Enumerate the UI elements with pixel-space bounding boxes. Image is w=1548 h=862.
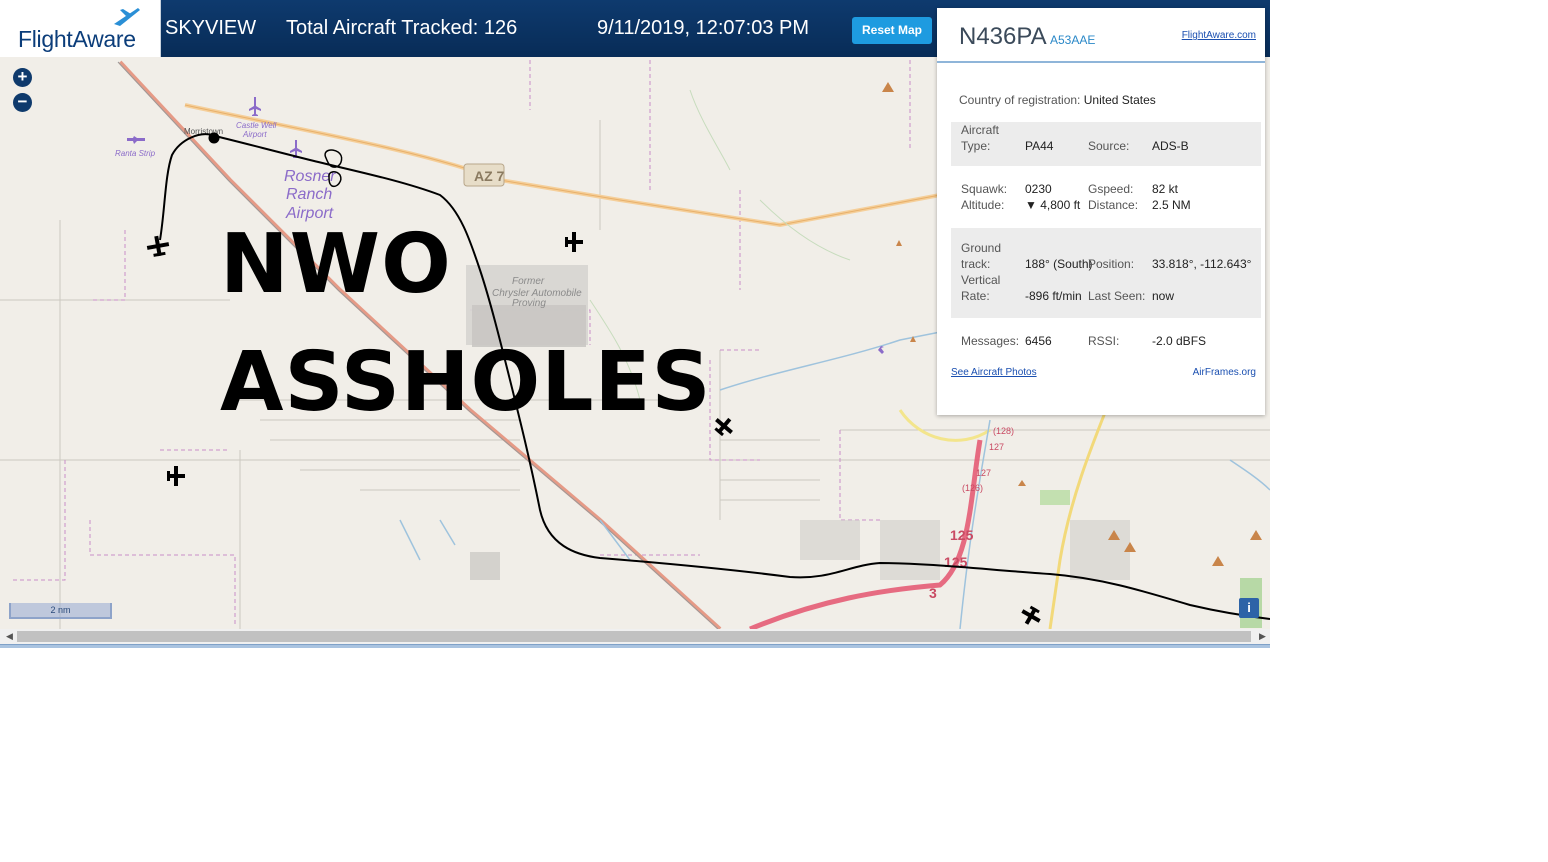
messages-block: Messages: 6456 RSSI: -2.0 dBFS [951,332,1261,352]
skyview-app: FlightAware SKYVIEW Total Aircraft Track… [0,0,1548,862]
ground-track-value: 188° (South) [1025,257,1093,271]
route-125-label: 125 [950,527,974,543]
aircraft-marker-2[interactable] [565,232,583,252]
country-value: United States [1083,93,1156,107]
logo-text: FlightAware [18,26,136,52]
panel-header-divider [937,61,1265,63]
gspeed-label: Gspeed: [1088,182,1134,196]
former-label: Former [512,276,545,287]
country-of-registration: Country of registration: United States [959,93,1156,107]
route-127-label: 127 [976,468,991,478]
map-info-button[interactable]: i [1239,598,1259,618]
app-name: SKYVIEW [165,17,257,39]
castle-well-airport-label: Airport [242,130,267,139]
scrollbar-thumb[interactable] [17,631,1251,642]
position-label: Position: [1088,257,1135,271]
route-126-label: (126) [962,483,983,493]
flightaware-logo[interactable]: FlightAware [0,0,161,57]
squawk-block: Squawk: 0230 Gspeed: 82 kt Altitude: ▼ 4… [951,180,1261,216]
source-label: Source: [1088,139,1130,153]
ranta-strip-label: Ranta Strip [115,149,156,158]
aircraft-marker-5[interactable] [1018,603,1044,629]
zoom-in-button[interactable]: + [13,68,32,87]
scale-bar: 2 nm [9,603,112,619]
aircraft-type-label-1: Aircraft [961,123,1000,137]
aircraft-callsign: N436PA [959,23,1047,50]
aircraft-hex-id: A53AAE [1050,33,1096,47]
squawk-label: Squawk: [961,182,1008,196]
az-highway-shield: AZ 7 [463,163,505,187]
aircraft-detail-panel: N436PA A53AAE FlightAware.com Country of… [937,8,1265,415]
overlay-text-line-2: ASSHOLES [220,335,712,430]
altitude-value: ▼ 4,800 ft [1025,198,1081,212]
route-127-top-label: 127 [989,442,1004,452]
aircraft-marker-1[interactable] [145,234,170,258]
last-seen-value: now [1152,289,1175,303]
messages-value: 6456 [1025,334,1052,348]
position-value: 33.818°, -112.643° [1152,257,1252,271]
airframes-link[interactable]: AirFrames.org [1193,367,1256,378]
rssi-label: RSSI: [1088,334,1120,348]
aircraft-type-label-2: Type: [961,139,991,153]
gspeed-value: 82 kt [1152,182,1179,196]
zoom-out-button[interactable]: − [13,93,32,112]
squawk-value: 0230 [1025,182,1052,196]
last-seen-label: Last Seen: [1088,289,1146,303]
current-datetime: 9/11/2019, 12:07:03 PM [597,17,810,39]
svg-text:AZ 7: AZ 7 [474,168,505,184]
vertical-rate-value: -896 ft/min [1025,289,1082,303]
aircraft-marker-3[interactable] [711,413,738,440]
country-label: Country of registration: [959,93,1081,107]
source-value: ADS-B [1152,139,1189,153]
ranch-label: Ranch [286,186,332,203]
aircraft-type-block: Aircraft Type: PA44 Source: ADS-B [951,122,1261,166]
aircraft-type-value: PA44 [1025,139,1054,153]
ground-track-label-2: track: [961,257,991,271]
horizontal-scrollbar[interactable]: ◀ ▶ [0,629,1270,644]
proving-label: Proving [512,298,546,309]
overlay-text-line-1: NWO [220,217,452,312]
ground-track-label-1: Ground [961,241,1002,255]
track-block: Ground track: 188° (South) Position: 33.… [951,228,1261,318]
castle-well-label: Castle Well [236,121,277,130]
vertical-rate-label-1: Vertical [961,273,1001,287]
messages-label: Messages: [961,334,1020,348]
route-3-label: 3 [929,585,937,601]
bottom-divider [0,644,1270,648]
distance-label: Distance: [1088,198,1139,212]
plane-logo-icon [114,8,140,26]
altitude-label: Altitude: [961,198,1005,212]
scroll-left-icon[interactable]: ◀ [6,631,13,642]
route-128-label: (128) [993,426,1014,436]
rssi-value: -2.0 dBFS [1152,334,1207,348]
vertical-rate-label-2: Rate: [961,289,990,303]
aircraft-marker-4[interactable] [167,466,185,486]
reset-map-button[interactable]: Reset Map [852,17,932,44]
track-start-dot [208,132,220,144]
scroll-right-icon[interactable]: ▶ [1259,631,1266,642]
distance-value: 2.5 NM [1152,198,1191,212]
flightaware-link[interactable]: FlightAware.com [1182,30,1256,41]
total-aircraft-count: Total Aircraft Tracked: 126 [286,17,518,39]
see-aircraft-photos-link[interactable]: See Aircraft Photos [951,367,1037,378]
